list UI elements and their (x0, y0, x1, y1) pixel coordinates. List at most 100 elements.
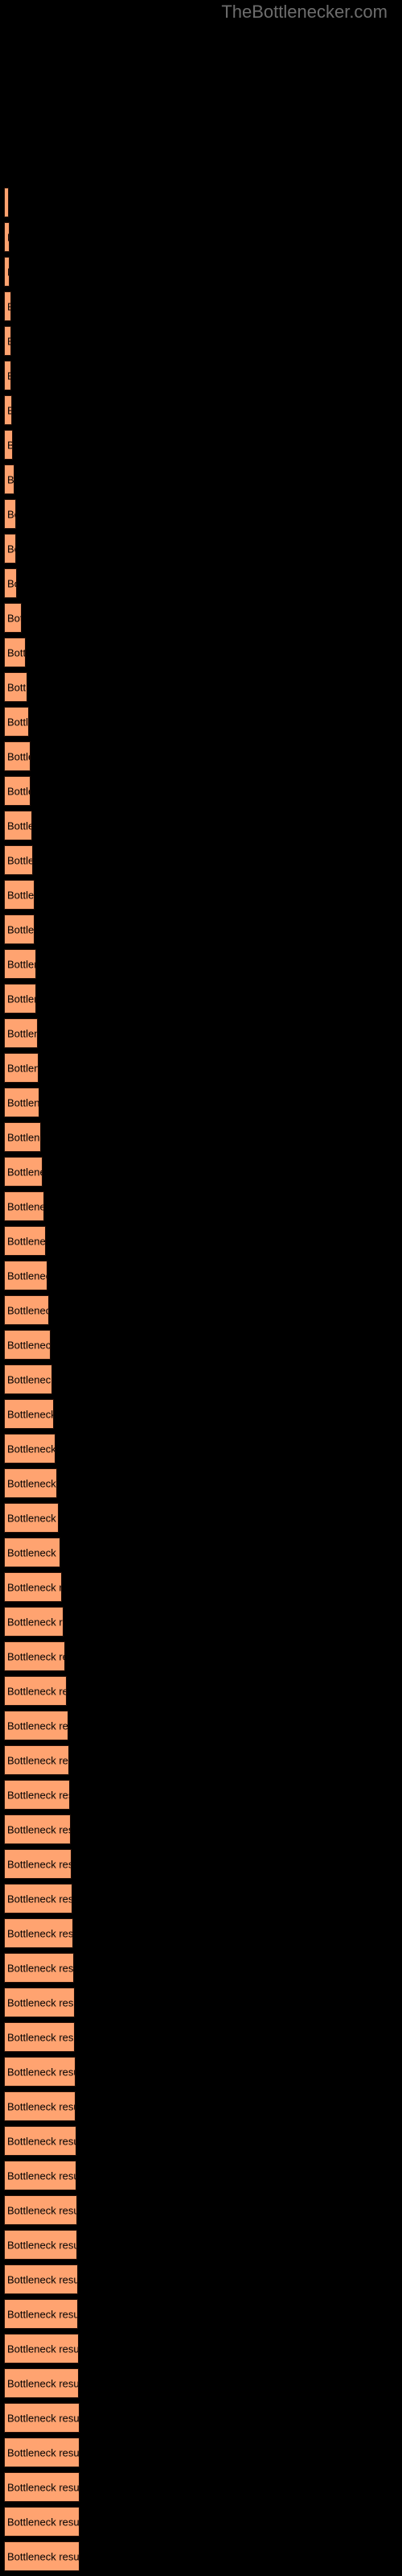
bar-row: Bottleneck result (0, 1468, 402, 1503)
bar: Bottleneck result (4, 984, 36, 1013)
bar: Bottleneck result (4, 2541, 80, 2571)
bar-label: Bottleneck result (7, 1546, 59, 1558)
bar-label: Bottleneck result (7, 1269, 47, 1282)
bar-label: Bottleneck result (7, 1754, 68, 1766)
bar: Bottleneck result (4, 222, 10, 252)
bar-label: Bottleneck result (7, 716, 29, 728)
bar: Bottleneck result (4, 880, 35, 910)
bar-row: Bottleneck result (0, 2057, 402, 2091)
bar: Bottleneck result (4, 1849, 72, 1879)
bar-label: Bottleneck result (7, 543, 15, 555)
bar: Bottleneck result (4, 2091, 76, 2121)
bar: Bottleneck result (4, 395, 12, 425)
bar-label: Bottleneck result (7, 266, 9, 278)
bar-row: Bottleneck result (0, 1641, 402, 1676)
bar-row: Bottleneck result (0, 2334, 402, 2368)
bar-label: Bottleneck result (7, 1166, 42, 1178)
bar-label: Bottleneck result (7, 2204, 77, 2216)
bar: Bottleneck result (4, 845, 33, 875)
bar: Bottleneck result (4, 1641, 65, 1671)
bar-label: Bottleneck result (7, 1616, 63, 1628)
bar-label: Bottleneck result (7, 369, 10, 382)
bar: Bottleneck result (4, 2264, 78, 2294)
bar-row: Bottleneck result (0, 914, 402, 949)
bar-row: Bottleneck result (0, 1434, 402, 1468)
bar-row: Bottleneck result (0, 2091, 402, 2126)
bar-label: Bottleneck result (7, 1062, 38, 1074)
bar: Bottleneck result (4, 741, 31, 771)
bar-row: Bottleneck result (0, 291, 402, 326)
bar: Bottleneck result (4, 2195, 77, 2225)
bar: Bottleneck result (4, 1399, 54, 1429)
bar-row: Bottleneck result (0, 2022, 402, 2057)
bar-label: Bottleneck result (7, 2273, 78, 2285)
bar-label: Bottleneck result (7, 2308, 78, 2320)
bar-row: Bottleneck result (0, 1849, 402, 1884)
bar-label: Bottleneck result (7, 1096, 39, 1108)
bar-label: Bottleneck result (7, 300, 10, 312)
bar-label: Bottleneck result (7, 889, 35, 901)
bar-row: Bottleneck result (0, 880, 402, 914)
bar-row: Bottleneck result (0, 222, 402, 257)
bar-label: Bottleneck result (7, 2239, 77, 2251)
bar-label: Bottleneck result (7, 1823, 70, 1835)
bar: Bottleneck result (4, 464, 14, 494)
bar-label: Bottleneck result (7, 2066, 75, 2078)
bar: Bottleneck result (4, 1745, 69, 1775)
bar-label: Bottleneck result (7, 993, 35, 1005)
bar-row: Bottleneck result (0, 741, 402, 776)
bar: Bottleneck result (4, 1122, 41, 1152)
bar-row: Bottleneck result (0, 2195, 402, 2230)
bar-label: Bottleneck result (7, 1304, 48, 1316)
bar: Bottleneck result (4, 2368, 79, 2398)
bar-row: Bottleneck result (0, 464, 402, 499)
bar-row: Bottleneck result (0, 2507, 402, 2541)
bar: Bottleneck result (4, 291, 11, 321)
bar-row: Bottleneck result (0, 1295, 402, 1330)
bar: Bottleneck result (4, 326, 11, 356)
bar: Bottleneck result (4, 1711, 68, 1740)
bar-row: Bottleneck result (0, 2126, 402, 2161)
bar-row: Bottleneck result (0, 499, 402, 534)
bar: Bottleneck result (4, 1226, 46, 1256)
bar: Bottleneck result (4, 672, 27, 702)
bar: Bottleneck result (4, 1988, 75, 2017)
bar-row: Bottleneck result (0, 2368, 402, 2403)
bar-label: Bottleneck result (7, 1927, 73, 1939)
bar: Bottleneck result (4, 499, 16, 529)
bar-row: Bottleneck result (0, 2541, 402, 2576)
bar-row: Bottleneck result (0, 603, 402, 638)
bar-row: Bottleneck result (0, 395, 402, 430)
bar-label: Bottleneck result (7, 1858, 71, 1870)
bar-label: Bottleneck result (7, 1893, 72, 1905)
bar: Bottleneck result (4, 1814, 71, 1844)
bar: Bottleneck result (4, 2438, 80, 2467)
bar-label: Bottleneck result (7, 1477, 56, 1489)
bar: Bottleneck result (4, 1434, 55, 1463)
bar-row: Bottleneck result (0, 672, 402, 707)
bar-chart-plot-area: Bottleneck result Bottleneck result Bottle… (0, 0, 402, 2576)
bar: Bottleneck result (4, 568, 17, 598)
bar-row: Bottleneck result (0, 1814, 402, 1849)
bar-row: Bottleneck result (0, 2230, 402, 2264)
bar: Bottleneck result (4, 1538, 60, 1567)
bar-row: Bottleneck result (0, 984, 402, 1018)
bar: Bottleneck result (4, 1607, 64, 1637)
bar-label: Bottleneck result (7, 1200, 43, 1212)
bar-row: Bottleneck result (0, 776, 402, 811)
bar: Bottleneck result (4, 534, 16, 564)
bar-row: Bottleneck result (0, 811, 402, 845)
bar-row: Bottleneck result (0, 1676, 402, 1711)
bar-label: Bottleneck result (7, 2412, 80, 2424)
bar-label: Bottleneck result (7, 2031, 74, 2043)
bar-label: Bottleneck result (7, 1373, 52, 1385)
bar-row: Bottleneck result (0, 188, 402, 222)
bar-row: Bottleneck result (0, 1607, 402, 1641)
bar-row: Bottleneck result (0, 2264, 402, 2299)
bar: Bottleneck result (4, 361, 11, 390)
bar: Bottleneck result (4, 1018, 38, 1048)
bar-label: Bottleneck result (7, 1581, 61, 1593)
bar: Bottleneck result (4, 2507, 80, 2537)
bar-row: Bottleneck result (0, 1780, 402, 1814)
bar-label: Bottleneck result (7, 1235, 46, 1247)
